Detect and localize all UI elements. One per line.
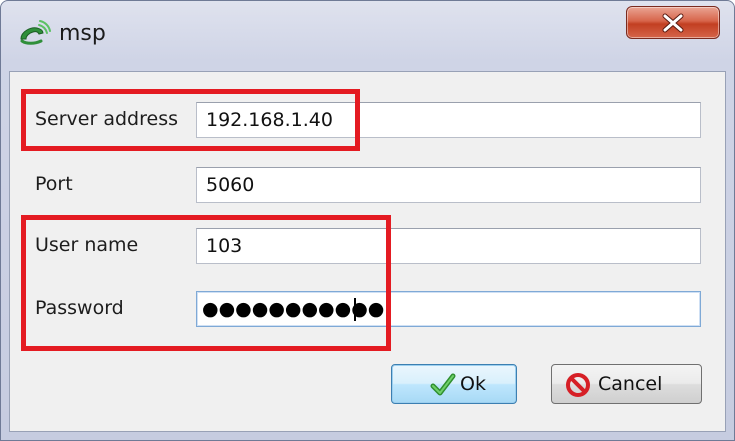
- port-value: 5060: [206, 174, 255, 196]
- window-title: msp: [59, 21, 106, 46]
- dialog-body: Server address 192.168.1.40 Port 5060 Us…: [9, 71, 726, 432]
- credentials-highlight: [21, 215, 391, 351]
- title-bar[interactable]: msp: [1, 1, 734, 71]
- server-address-highlight: [21, 89, 360, 151]
- port-field[interactable]: 5060: [196, 167, 701, 203]
- cancel-button-label: Cancel: [598, 373, 663, 395]
- phone-handset-icon: [20, 20, 51, 45]
- ok-button-label: Ok: [460, 373, 486, 395]
- close-button[interactable]: [626, 6, 720, 39]
- dialog-window: msp Server address 192.168.1.40 Port 506…: [0, 0, 735, 441]
- ok-button[interactable]: Ok: [391, 364, 517, 404]
- cancel-button[interactable]: Cancel: [551, 364, 702, 404]
- port-label: Port: [35, 173, 73, 195]
- close-icon: [662, 13, 684, 33]
- checkmark-icon: [430, 373, 456, 396]
- prohibited-icon: [566, 373, 590, 397]
